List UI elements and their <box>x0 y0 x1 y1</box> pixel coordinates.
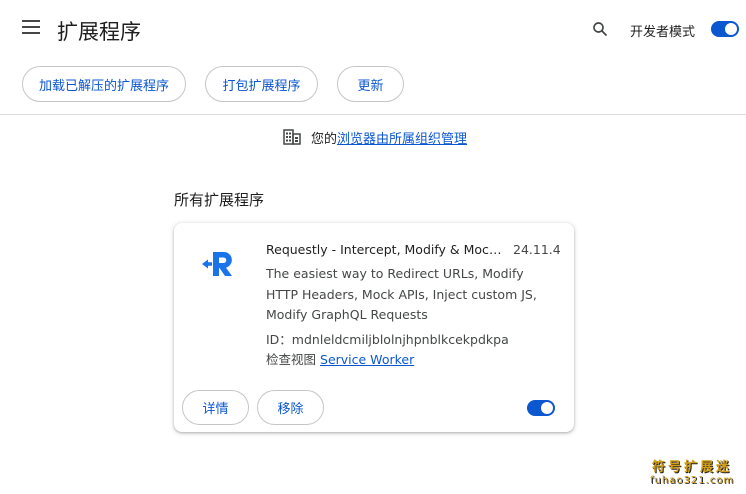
divider <box>0 114 746 115</box>
extension-enable-toggle[interactable] <box>527 400 555 416</box>
extension-card: Requestly - Intercept, Modify & Mock HTT… <box>174 223 574 432</box>
section-title: 所有扩展程序 <box>174 191 265 209</box>
extension-description: The easiest way to Redirect URLs, Modify… <box>266 266 537 322</box>
extension-version: 24.11.4 <box>513 242 561 257</box>
developer-mode-label: 开发者模式 <box>630 25 696 40</box>
pack-extension-button[interactable]: 打包扩展程序 <box>205 66 318 102</box>
extension-id: ID：mdnleldcmiljblolnjhpnblkcekpdkpa <box>266 332 509 347</box>
hamburger-menu-icon[interactable] <box>22 20 42 38</box>
service-worker-link[interactable]: Service Worker <box>320 352 414 367</box>
inspect-views: 检查视图 Service Worker <box>266 349 414 368</box>
inspect-views-label: 检查视图 <box>266 352 317 367</box>
action-bar: 加载已解压的扩展程序 打包扩展程序 更新 <box>0 66 746 104</box>
managed-prefix: 您的 <box>311 131 338 147</box>
watermark-cn: 符号扩展迷 <box>652 460 733 475</box>
developer-mode-toggle[interactable] <box>711 21 739 37</box>
managed-link[interactable]: 浏览器由所属组织管理 <box>337 128 467 147</box>
top-bar: 扩展程序 开发者模式 <box>0 0 746 58</box>
remove-button[interactable]: 移除 <box>257 390 324 425</box>
load-unpacked-button[interactable]: 加载已解压的扩展程序 <box>22 66 186 102</box>
page-title: 扩展程序 <box>57 20 141 44</box>
search-icon[interactable] <box>591 20 609 38</box>
watermark: 符号扩展迷 fuhao321.com <box>650 456 734 486</box>
requestly-logo-icon <box>202 252 232 276</box>
update-button[interactable]: 更新 <box>337 66 404 102</box>
details-button[interactable]: 详情 <box>182 390 249 425</box>
building-icon <box>283 129 301 145</box>
watermark-en: fuhao321.com <box>650 475 735 486</box>
managed-notice: 您的 浏览器由所属组织管理 <box>283 127 467 147</box>
extension-name: Requestly - Intercept, Modify & Mock HTT… <box>266 242 506 257</box>
